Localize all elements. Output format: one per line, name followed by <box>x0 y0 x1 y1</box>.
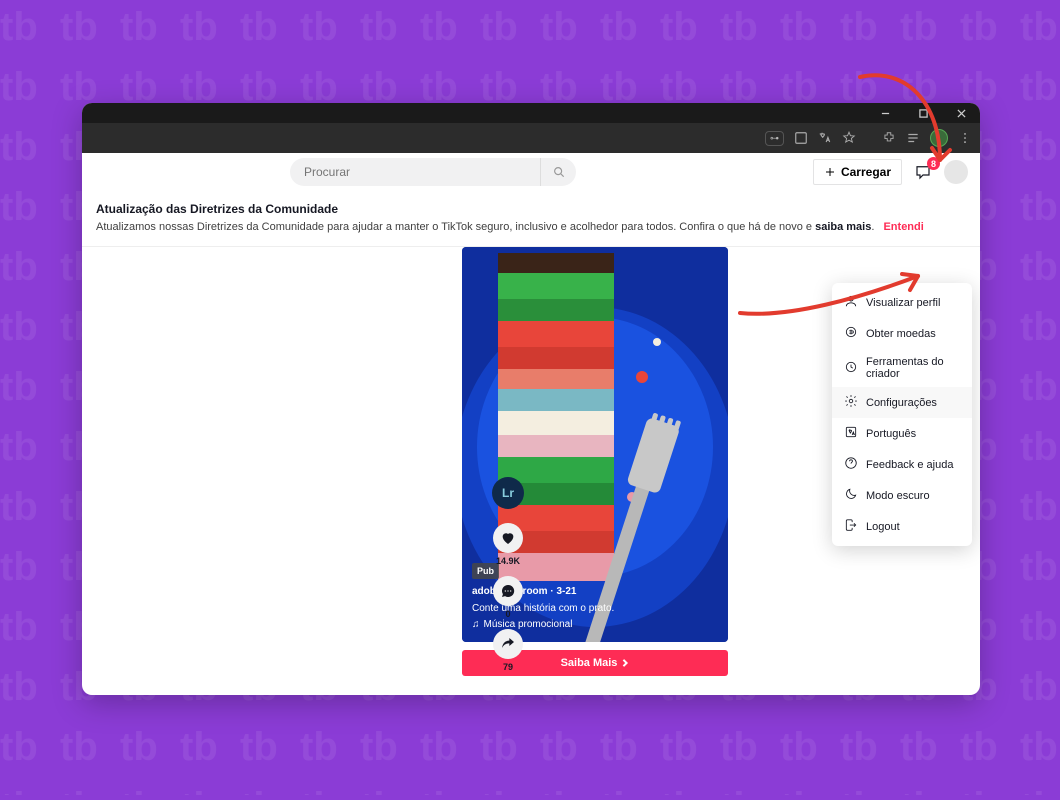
menu-item-tools[interactable]: Ferramentas do criador <box>832 349 972 387</box>
extensions-icon[interactable] <box>882 131 896 145</box>
comment-button[interactable] <box>493 576 523 606</box>
community-guidelines-banner: Atualização das Diretrizes da Comunidade… <box>82 191 980 247</box>
cta-label: Saiba Mais <box>561 657 618 669</box>
menu-item-moon[interactable]: Modo escuro <box>832 480 972 511</box>
menu-item-logout[interactable]: Logout <box>832 511 972 542</box>
menu-item-lang[interactable]: Português <box>832 418 972 449</box>
browser-menu-icon[interactable] <box>958 131 972 145</box>
comment-count: 0 <box>505 609 510 619</box>
profile-dropdown: Visualizar perfil Obter moedas Ferramentas… <box>832 283 972 546</box>
key-icon[interactable]: ⊶ <box>765 131 784 146</box>
menu-item-label: Feedback e ajuda <box>866 459 953 471</box>
like-count: 14.9K <box>496 556 520 566</box>
menu-item-help[interactable]: Feedback e ajuda <box>832 449 972 480</box>
banner-dismiss-button[interactable]: Entendi <box>883 221 923 233</box>
search-bar <box>290 158 576 186</box>
action-rail: Lr 14.9K 0 79 <box>490 477 526 682</box>
menu-item-label: Configurações <box>866 397 937 409</box>
bookmark-star-icon[interactable] <box>842 131 856 145</box>
feed-content: Pub adobelightroom · 3-21 Conte uma hist… <box>82 247 980 695</box>
menu-item-label: Português <box>866 428 916 440</box>
upload-button[interactable]: Carregar <box>813 159 902 185</box>
window-titlebar <box>82 103 980 123</box>
browser-window: ⊶ Carregar 8 Atualização das Diretrizes <box>82 103 980 695</box>
search-input[interactable] <box>290 165 540 179</box>
translate2-icon[interactable] <box>818 131 832 145</box>
coin-icon <box>844 325 858 342</box>
upload-label: Carregar <box>841 165 891 179</box>
translate-icon[interactable] <box>794 131 808 145</box>
menu-item-label: Obter moedas <box>866 328 936 340</box>
inbox-button[interactable]: 8 <box>912 161 934 183</box>
menu-item-label: Ferramentas do criador <box>866 356 960 380</box>
share-count: 79 <box>503 662 513 672</box>
chevron-right-icon <box>621 659 629 667</box>
banner-body: Atualizamos nossas Diretrizes da Comunid… <box>96 221 815 233</box>
banner-learn-more[interactable]: saiba mais <box>815 221 871 233</box>
moon-icon <box>844 487 858 504</box>
reading-list-icon[interactable] <box>906 131 920 145</box>
tools-icon <box>844 360 858 377</box>
like-button[interactable] <box>493 523 523 553</box>
share-icon <box>500 636 516 652</box>
profile-avatar[interactable] <box>944 160 968 184</box>
window-minimize-button[interactable] <box>872 103 898 123</box>
video-date: 3-21 <box>556 586 576 597</box>
banner-title: Atualização das Diretrizes da Comunidade <box>96 201 966 218</box>
menu-item-coin[interactable]: Obter moedas <box>832 318 972 349</box>
menu-item-label: Modo escuro <box>866 490 930 502</box>
menu-item-label: Logout <box>866 521 900 533</box>
profile-avatar-browser[interactable] <box>930 129 948 147</box>
comment-icon <box>500 583 516 599</box>
menu-item-label: Visualizar perfil <box>866 297 940 309</box>
lang-icon <box>844 425 858 442</box>
banner-body-suffix: . <box>871 221 874 233</box>
inbox-badge: 8 <box>927 157 940 170</box>
menu-item-gear[interactable]: Configurações <box>832 387 972 418</box>
logout-icon <box>844 518 858 535</box>
site-header: Carregar 8 <box>82 153 980 191</box>
heart-icon <box>500 530 516 546</box>
music-note-icon: ♫ <box>472 618 480 632</box>
search-icon <box>552 165 566 179</box>
share-button[interactable] <box>493 629 523 659</box>
window-close-button[interactable] <box>948 103 974 123</box>
author-avatar[interactable]: Lr <box>492 477 524 509</box>
gear-icon <box>844 394 858 411</box>
plus-icon <box>824 166 836 178</box>
window-maximize-button[interactable] <box>910 103 936 123</box>
search-button[interactable] <box>540 158 576 186</box>
menu-item-user[interactable]: Visualizar perfil <box>832 287 972 318</box>
browser-toolbar: ⊶ <box>82 123 980 153</box>
user-icon <box>844 294 858 311</box>
help-icon <box>844 456 858 473</box>
